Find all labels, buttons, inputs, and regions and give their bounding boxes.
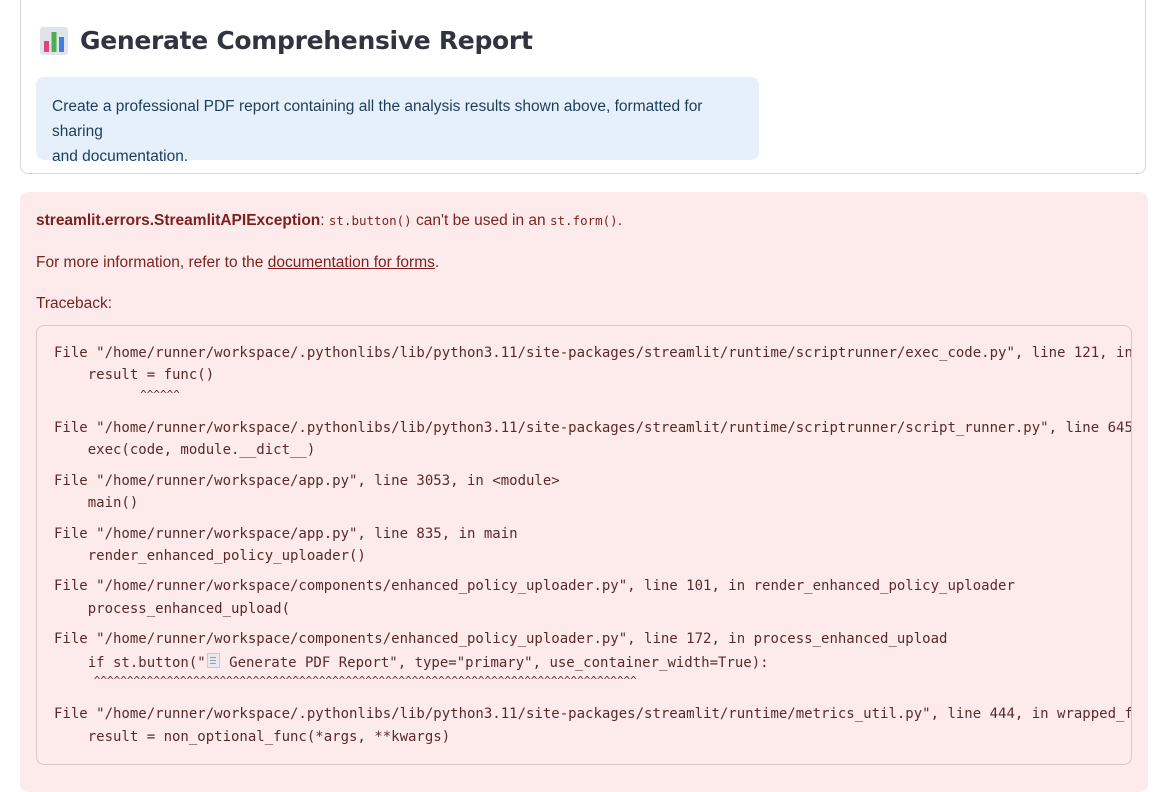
forms-documentation-link[interactable]: documentation for forms [268, 254, 435, 271]
code-st-button: st.button() [328, 213, 412, 228]
bar-chart-icon [40, 26, 68, 55]
info-text-line2: and documentation. [52, 148, 189, 165]
traceback-line: render_enhanced_policy_uploader() [54, 548, 366, 564]
traceback-block[interactable]: File "/home/runner/workspace/.pythonlibs… [36, 325, 1132, 765]
traceback-carets: ^^^^^^ [54, 388, 180, 401]
exception-message: streamlit.errors.StreamlitAPIException: … [36, 212, 623, 229]
traceback-line: result = non_optional_func(*args, **kwar… [54, 729, 451, 745]
exception-name: streamlit.errors.StreamlitAPIException [36, 212, 321, 229]
traceback-line: File "/home/runner/workspace/.pythonlibs… [54, 345, 1132, 361]
code-st-form: st.form() [549, 213, 618, 228]
traceback-line: exec(code, module.__dict__) [54, 442, 316, 458]
traceback-line: File "/home/runner/workspace/.pythonlibs… [54, 420, 1131, 436]
traceback-button-line: if st.button(" Generate PDF Report", typ… [54, 653, 769, 671]
traceback-line: File "/home/runner/workspace/.pythonlibs… [54, 706, 1132, 722]
more-info-line: For more information, refer to the docum… [36, 254, 440, 271]
traceback-line: main() [54, 495, 139, 511]
traceback-line: File "/home/runner/workspace/components/… [54, 631, 948, 647]
report-heading: Generate Comprehensive Report [40, 26, 533, 55]
info-alert: Create a professional PDF report contain… [36, 77, 759, 165]
info-text-line1: Create a professional PDF report contain… [52, 98, 703, 140]
traceback-line: process_enhanced_upload( [54, 601, 291, 617]
traceback-line: File "/home/runner/workspace/app.py", li… [54, 526, 518, 542]
traceback-line: result = func() [54, 367, 215, 383]
traceback-line: File "/home/runner/workspace/app.py", li… [54, 473, 560, 489]
traceback-carets: ^^^^^^^^^^^^^^^^^^^^^^^^^^^^^^^^^^^^^^^^… [54, 674, 637, 687]
document-icon [206, 653, 220, 668]
traceback-line: File "/home/runner/workspace/components/… [54, 578, 1015, 594]
traceback-label: Traceback: [36, 295, 113, 312]
page-title: Generate Comprehensive Report [80, 26, 533, 55]
